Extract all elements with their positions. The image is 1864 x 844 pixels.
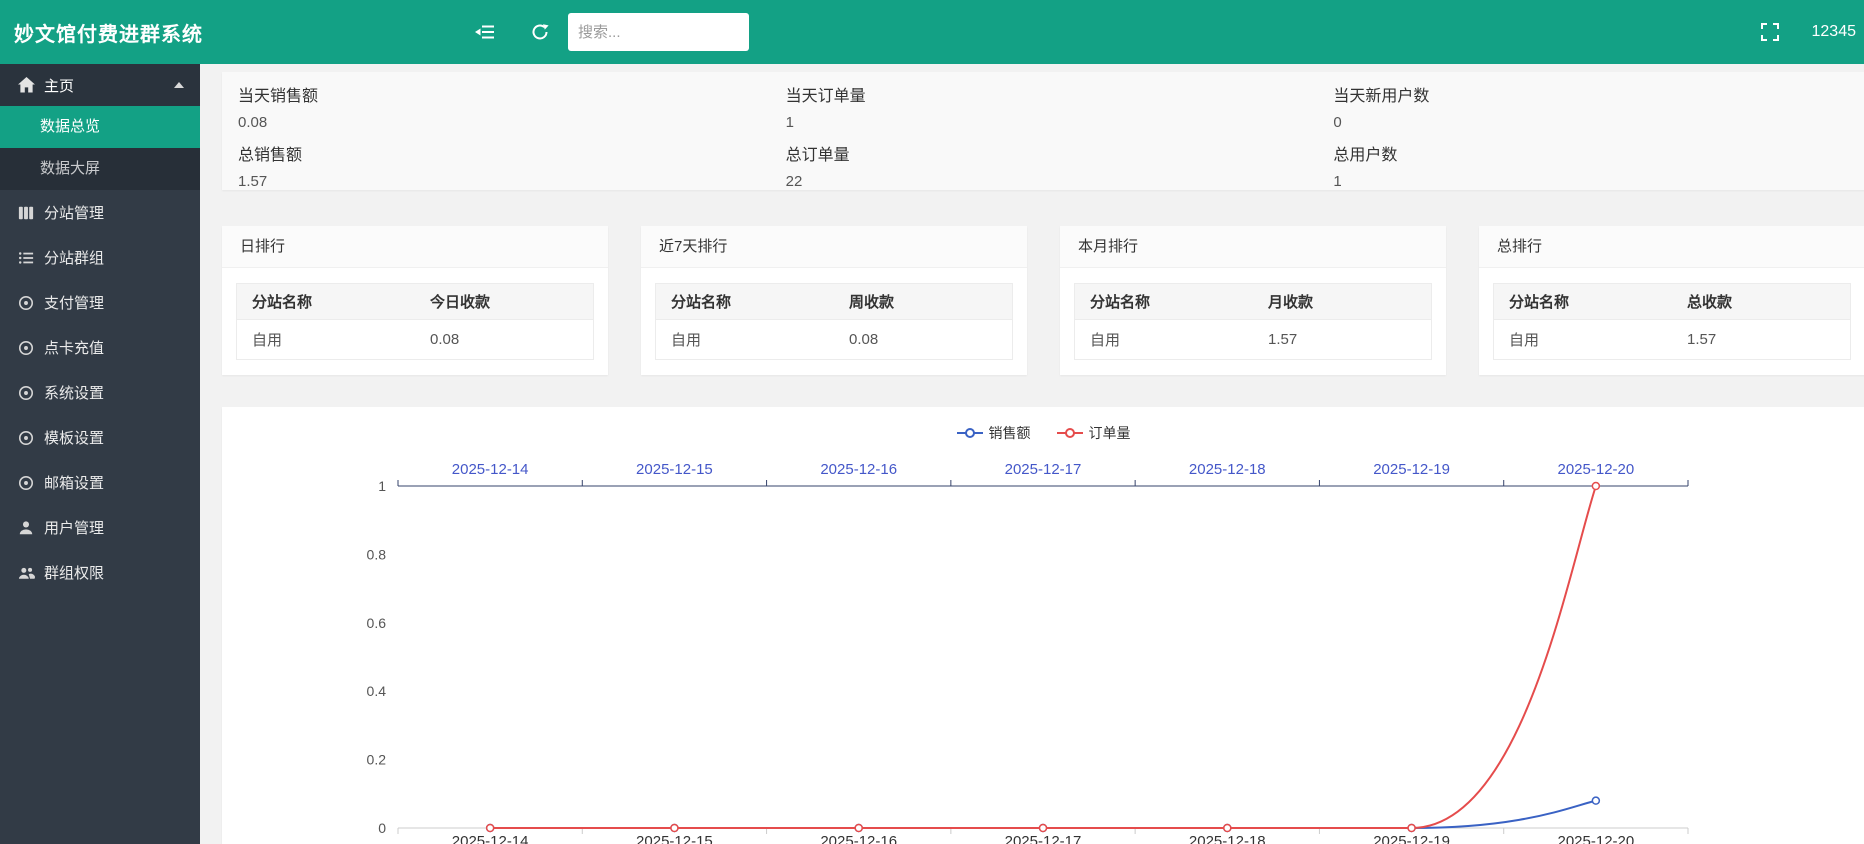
legend-item-orders[interactable]: 订单量 <box>1057 423 1131 443</box>
svg-text:2025-12-16: 2025-12-16 <box>820 461 897 478</box>
stat-total-orders: 总订单量 22 <box>770 131 1318 190</box>
table-row: 自用 0.08 <box>237 320 594 360</box>
svg-text:0.2: 0.2 <box>367 752 387 768</box>
column-header: 周收款 <box>834 284 1013 320</box>
legend-item-sales[interactable]: 销售额 <box>957 423 1031 443</box>
list-icon <box>16 249 36 267</box>
svg-text:1: 1 <box>378 478 386 494</box>
sidebar-item-email-settings[interactable]: 邮箱设置 <box>0 460 200 505</box>
circle-dot-icon <box>16 384 36 402</box>
rank-table: 分站名称 今日收款 自用 0.08 <box>236 283 594 360</box>
svg-text:2025-12-15: 2025-12-15 <box>636 833 713 844</box>
column-header: 总收款 <box>1672 284 1851 320</box>
rank-card-total: 总排行 分站名称 总收款 自用 1.57 <box>1479 226 1864 375</box>
stats-panel: 当天销售额 0.08 当天订单量 1 当天新用户数 0 总销售额 1.57 总订… <box>222 72 1864 190</box>
sidebar-item-data-overview[interactable]: 数据总览 <box>0 106 200 148</box>
home-icon <box>16 76 36 94</box>
user-icon <box>16 519 36 537</box>
grid-icon <box>16 204 36 222</box>
header-tools <box>473 0 749 64</box>
stat-total-users: 总用户数 1 <box>1317 131 1864 190</box>
table-row: 自用 0.08 <box>656 320 1013 360</box>
stat-today-orders: 当天订单量 1 <box>770 72 1318 131</box>
rank-card-title: 日排行 <box>222 226 608 268</box>
sidebar-item-home[interactable]: 主页 <box>0 64 200 106</box>
top-header: 妙文馆付费进群系统 12345 <box>0 0 1864 64</box>
svg-text:0.4: 0.4 <box>367 683 387 699</box>
sidebar-item-substation-manage[interactable]: 分站管理 <box>0 190 200 235</box>
app-title: 妙文馆付费进群系统 <box>0 18 203 47</box>
home-submenu: 数据总览 数据大屏 <box>0 106 200 190</box>
svg-text:0.8: 0.8 <box>367 546 387 562</box>
rank-table: 分站名称 总收款 自用 1.57 <box>1493 283 1851 360</box>
rank-table: 分站名称 周收款 自用 0.08 <box>655 283 1013 360</box>
column-header: 分站名称 <box>1075 284 1254 320</box>
svg-text:2025-12-18: 2025-12-18 <box>1189 833 1266 844</box>
svg-text:2025-12-18: 2025-12-18 <box>1189 461 1266 478</box>
svg-text:2025-12-19: 2025-12-19 <box>1373 461 1450 478</box>
table-row: 自用 1.57 <box>1494 320 1851 360</box>
line-series-icon <box>1057 427 1083 439</box>
circle-dot-icon <box>16 339 36 357</box>
svg-text:2025-12-17: 2025-12-17 <box>1005 461 1082 478</box>
sidebar-item-card-recharge[interactable]: 点卡充值 <box>0 325 200 370</box>
username-menu[interactable]: 12345 <box>1812 23 1864 41</box>
column-header: 今日收款 <box>415 284 594 320</box>
column-header: 月收款 <box>1253 284 1432 320</box>
chevron-up-icon <box>174 82 184 88</box>
column-header: 分站名称 <box>656 284 835 320</box>
sales-orders-chart-card: 销售额 订单量 2025-12-142025-12-152025-12-1620… <box>222 407 1864 844</box>
svg-text:2025-12-15: 2025-12-15 <box>636 461 713 478</box>
circle-dot-icon <box>16 474 36 492</box>
circle-dot-icon <box>16 429 36 447</box>
svg-text:0.6: 0.6 <box>367 615 387 631</box>
header-right: 12345 <box>1758 0 1864 64</box>
rank-card-title: 本月排行 <box>1060 226 1446 268</box>
column-header: 分站名称 <box>237 284 416 320</box>
sidebar: 主页 数据总览 数据大屏 分站管理 分站群组 支付管理 点卡充值 系统设置 <box>0 64 200 844</box>
rank-card-7days: 近7天排行 分站名称 周收款 自用 0.08 <box>641 226 1027 375</box>
search-box <box>568 13 749 51</box>
stat-today-new-users: 当天新用户数 0 <box>1317 72 1864 131</box>
sidebar-item-user-manage[interactable]: 用户管理 <box>0 505 200 550</box>
circle-dot-icon <box>16 294 36 312</box>
search-input[interactable] <box>568 13 749 51</box>
collapse-menu-icon[interactable] <box>473 20 497 44</box>
column-header: 分站名称 <box>1494 284 1673 320</box>
rank-card-month: 本月排行 分站名称 月收款 自用 1.57 <box>1060 226 1446 375</box>
rank-card-daily: 日排行 分站名称 今日收款 自用 0.08 <box>222 226 608 375</box>
ranking-cards: 日排行 分站名称 今日收款 自用 0.08 近7天排行 <box>222 226 1864 375</box>
refresh-icon[interactable] <box>528 20 552 44</box>
rank-table: 分站名称 月收款 自用 1.57 <box>1074 283 1432 360</box>
sidebar-item-group-permissions[interactable]: 群组权限 <box>0 550 200 595</box>
rank-card-title: 总排行 <box>1479 226 1864 268</box>
rank-card-title: 近7天排行 <box>641 226 1027 268</box>
svg-text:2025-12-17: 2025-12-17 <box>1005 833 1082 844</box>
sales-orders-chart: 2025-12-14 2025-12-15 2025-12-16 2025-12-17… <box>222 407 1864 844</box>
svg-text:2025-12-16: 2025-12-16 <box>820 833 897 844</box>
line-series-icon <box>957 427 983 439</box>
sidebar-item-data-screen[interactable]: 数据大屏 <box>0 148 200 190</box>
chart-legend: 销售额 订单量 <box>222 423 1864 443</box>
sidebar-item-template-settings[interactable]: 模板设置 <box>0 415 200 460</box>
sidebar-item-payment-manage[interactable]: 支付管理 <box>0 280 200 325</box>
svg-text:2025-12-14: 2025-12-14 <box>452 833 529 844</box>
sidebar-item-system-settings[interactable]: 系统设置 <box>0 370 200 415</box>
sidebar-item-label: 主页 <box>44 75 74 96</box>
svg-text:2025-12-14: 2025-12-14 <box>452 461 529 478</box>
stat-total-sales: 总销售额 1.57 <box>222 131 770 190</box>
sidebar-item-substation-groups[interactable]: 分站群组 <box>0 235 200 280</box>
svg-text:2025-12-20: 2025-12-20 <box>1557 461 1634 478</box>
users-icon <box>16 564 36 582</box>
stat-today-sales: 当天销售额 0.08 <box>222 72 770 131</box>
table-row: 自用 1.57 <box>1075 320 1432 360</box>
main-content: 当天销售额 0.08 当天订单量 1 当天新用户数 0 总销售额 1.57 总订… <box>200 64 1864 844</box>
fullscreen-icon[interactable] <box>1758 20 1782 44</box>
svg-text:2025-12-19: 2025-12-19 <box>1373 833 1450 844</box>
svg-text:0: 0 <box>378 820 386 836</box>
svg-text:2025-12-20: 2025-12-20 <box>1557 833 1634 844</box>
